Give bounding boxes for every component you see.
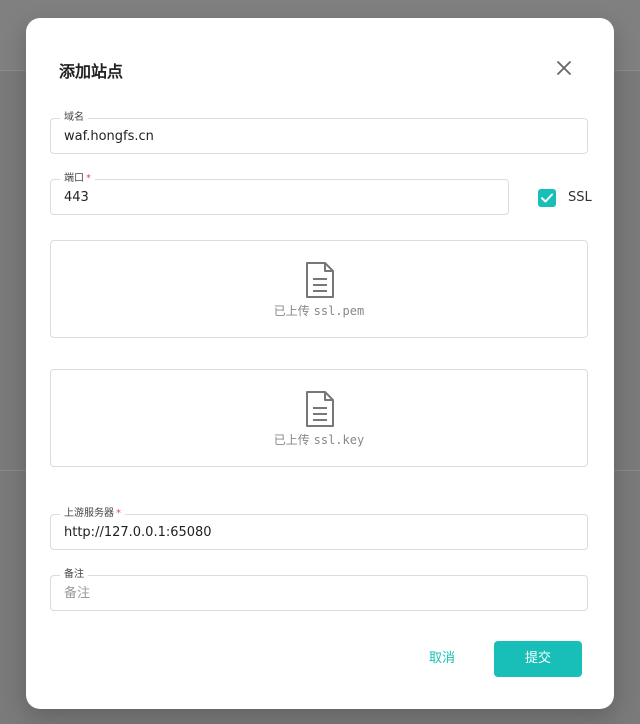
port-input[interactable]: [51, 180, 508, 214]
submit-button[interactable]: 提交: [494, 641, 582, 677]
close-icon: [557, 61, 571, 75]
ssl-label: SSL: [568, 190, 592, 205]
upload-status: 已上传: [273, 433, 310, 447]
upload-status-text: 已上传 ssl.key: [51, 431, 587, 448]
close-button[interactable]: [552, 56, 576, 80]
domain-input[interactable]: [51, 119, 587, 153]
domain-field: 域名: [50, 111, 588, 154]
file-icon: [306, 262, 334, 298]
ssl-checkbox[interactable]: [538, 189, 556, 207]
dialog-title: 添加站点: [59, 62, 124, 81]
upload-status-text: 已上传 ssl.pem: [51, 302, 587, 319]
add-site-dialog: 添加站点 域名 端口* SSL 已上传 ssl.pem: [26, 18, 614, 709]
remark-input[interactable]: [51, 576, 587, 610]
port-field: 端口 *: [50, 172, 509, 215]
upstream-field: 上游服务器 *: [50, 507, 588, 550]
upload-status: 已上传: [273, 304, 310, 318]
remark-field: 备注: [50, 568, 588, 611]
ssl-cert-upload[interactable]: 已上传 ssl.pem: [50, 240, 588, 338]
cancel-button[interactable]: 取消: [416, 641, 468, 677]
upload-filename: ssl.key: [313, 433, 365, 447]
file-icon: [306, 391, 334, 427]
checkmark-icon: [541, 193, 553, 203]
upstream-input[interactable]: [51, 515, 587, 549]
ssl-key-upload[interactable]: 已上传 ssl.key: [50, 369, 588, 467]
upload-filename: ssl.pem: [313, 304, 365, 318]
